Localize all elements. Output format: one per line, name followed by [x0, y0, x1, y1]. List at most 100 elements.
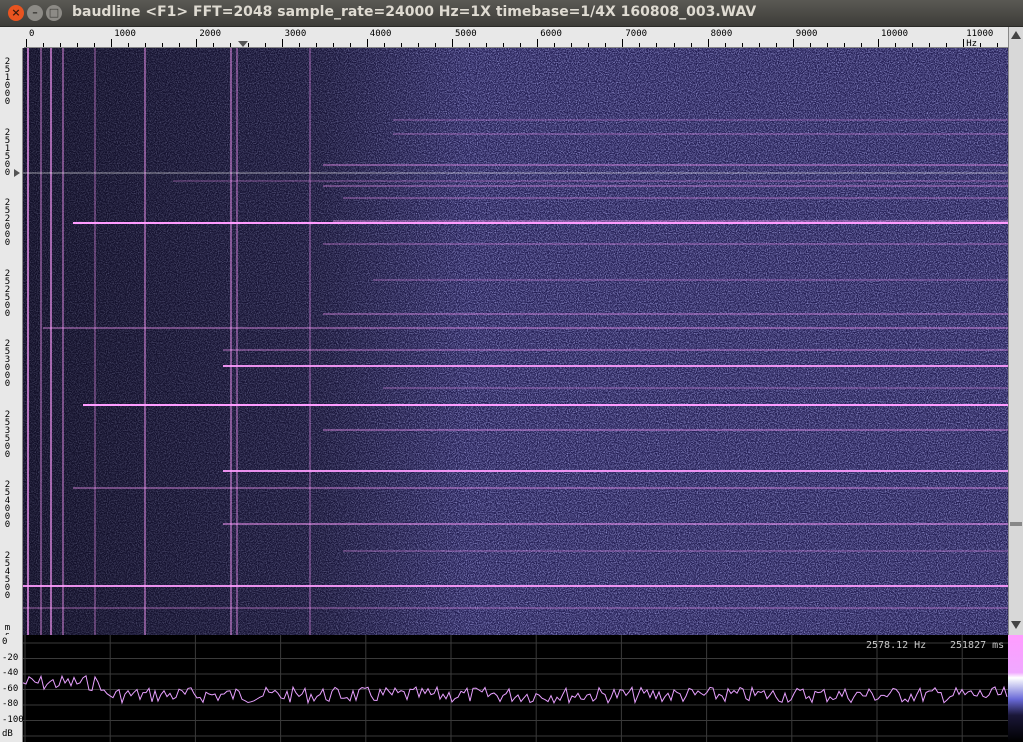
frequency-minor-tick: [946, 43, 948, 47]
frequency-minor-tick: [571, 43, 573, 47]
frequency-minor-tick: [162, 43, 164, 47]
frequency-minor-tick: [503, 43, 505, 47]
time-label: 253500: [4, 409, 11, 460]
frequency-minor-tick: [469, 43, 471, 47]
frequency-minor-tick: [997, 43, 999, 47]
frequency-minor-tick: [758, 43, 760, 47]
spectrum-panel[interactable]: dB 0 -20 -40 -60 -80 -100 2578.12 Hz 251827 m…: [0, 635, 1023, 742]
db-label: -80: [2, 699, 19, 709]
frequency-minor-tick: [639, 43, 641, 47]
frequency-minor-tick: [605, 43, 607, 47]
frequency-minor-tick: [554, 43, 556, 47]
db-label: 0: [2, 637, 8, 647]
frequency-minor-tick: [673, 43, 675, 47]
time-cursor-icon[interactable]: [14, 169, 20, 177]
db-label: -60: [2, 683, 19, 694]
scroll-up-icon[interactable]: [1011, 31, 1021, 39]
frequency-minor-tick: [315, 43, 317, 47]
spectrum-grid: [23, 635, 1008, 742]
frequency-minor-tick: [332, 43, 334, 47]
frequency-tick: [26, 39, 27, 47]
time-label: 254500: [4, 550, 11, 601]
frequency-minor-tick: [520, 43, 522, 47]
frequency-tick: [111, 39, 113, 47]
frequency-minor-tick: [264, 43, 266, 47]
color-scale: [1008, 635, 1023, 742]
frequency-minor-tick: [298, 43, 300, 47]
frequency-label: 8000: [710, 29, 733, 39]
frequency-label: 1000: [114, 29, 136, 39]
frequency-tick: [196, 39, 198, 47]
frequency-minor-tick: [400, 43, 402, 47]
frequency-minor-tick: [929, 43, 931, 47]
frequency-label: 4000: [369, 29, 392, 39]
scroll-thumb[interactable]: [1010, 522, 1022, 526]
close-button[interactable]: ×: [8, 5, 24, 21]
frequency-label: 6000: [540, 29, 562, 39]
frequency-minor-tick: [349, 43, 351, 47]
maximize-button[interactable]: □: [46, 5, 62, 21]
spectrogram-shading: [23, 48, 1008, 635]
title-bar: × – □ baudline <F1> FFT=2048 sample_rate…: [0, 0, 1023, 27]
time-readout: 251827 ms: [950, 640, 1005, 651]
frequency-tick: [878, 39, 879, 47]
time-label: 253000: [4, 339, 11, 389]
frequency-minor-tick: [588, 43, 590, 47]
frequency-tick: [452, 39, 453, 47]
db-label: -40: [2, 668, 19, 678]
frequency-label: 5000: [455, 29, 477, 39]
frequency-label: 10000: [881, 29, 909, 39]
frequency-tick: [622, 39, 624, 47]
frequency-label: 2000: [199, 29, 222, 39]
scrollbar[interactable]: [1008, 27, 1023, 635]
frequency-label: 3000: [284, 29, 307, 39]
frequency-minor-tick: [94, 43, 96, 47]
frequency-minor-tick: [434, 43, 436, 47]
window-title: baudline <F1> FFT=2048 sample_rate=24000…: [72, 4, 757, 20]
frequency-label: 0: [29, 29, 35, 39]
frequency-readout: 2578.12 Hz: [866, 640, 927, 651]
frequency-minor-tick: [128, 43, 130, 47]
axis-corner: [0, 27, 25, 49]
db-unit-label: dB: [2, 729, 13, 739]
spectrum-plot[interactable]: [23, 635, 1008, 742]
minimize-button[interactable]: –: [27, 5, 43, 21]
frequency-label: 9000: [795, 29, 818, 39]
frequency-minor-tick: [230, 43, 232, 47]
db-axis: dB 0 -20 -40 -60 -80 -100: [0, 635, 24, 742]
maximize-icon: □: [48, 6, 60, 19]
db-label: -20: [2, 652, 19, 663]
time-label: 252000: [4, 198, 11, 248]
time-label: 251500: [4, 127, 11, 178]
frequency-axis[interactable]: 0 1000 2000 3000 4000 5000 6000 7000 8000 9000 100…: [24, 27, 1008, 49]
frequency-tick: [963, 39, 965, 47]
frequency-minor-tick: [912, 43, 914, 47]
frequency-minor-tick: [775, 43, 777, 47]
time-label: 254000: [4, 480, 11, 530]
frequency-minor-tick: [895, 43, 897, 47]
frequency-tick: [281, 39, 283, 47]
spectrogram[interactable]: [23, 48, 1008, 635]
time-axis[interactable]: ms 2510002515002520002525002530002535002…: [0, 48, 23, 641]
frequency-minor-tick: [724, 43, 726, 47]
frequency-minor-tick: [43, 43, 45, 47]
minimize-icon: –: [32, 6, 38, 19]
spectrogram-canvas[interactable]: [23, 48, 1008, 635]
frequency-minor-tick: [60, 43, 62, 47]
frequency-minor-tick: [179, 43, 181, 47]
frequency-cursor-icon[interactable]: [238, 41, 248, 47]
frequency-minor-tick: [145, 43, 147, 47]
frequency-tick: [792, 39, 794, 47]
frequency-minor-tick: [213, 43, 215, 47]
frequency-tick: [537, 39, 539, 47]
frequency-minor-tick: [980, 43, 982, 47]
frequency-minor-tick: [809, 43, 811, 47]
frequency-minor-tick: [826, 43, 828, 47]
frequency-minor-tick: [690, 43, 692, 47]
frequency-label: 7000: [625, 29, 648, 39]
frequency-minor-tick: [656, 43, 658, 47]
frequency-label: 11000 Hz: [966, 29, 994, 49]
frequency-minor-tick: [77, 43, 79, 47]
frequency-tick: [366, 39, 368, 47]
scroll-down-icon[interactable]: [1011, 621, 1021, 629]
